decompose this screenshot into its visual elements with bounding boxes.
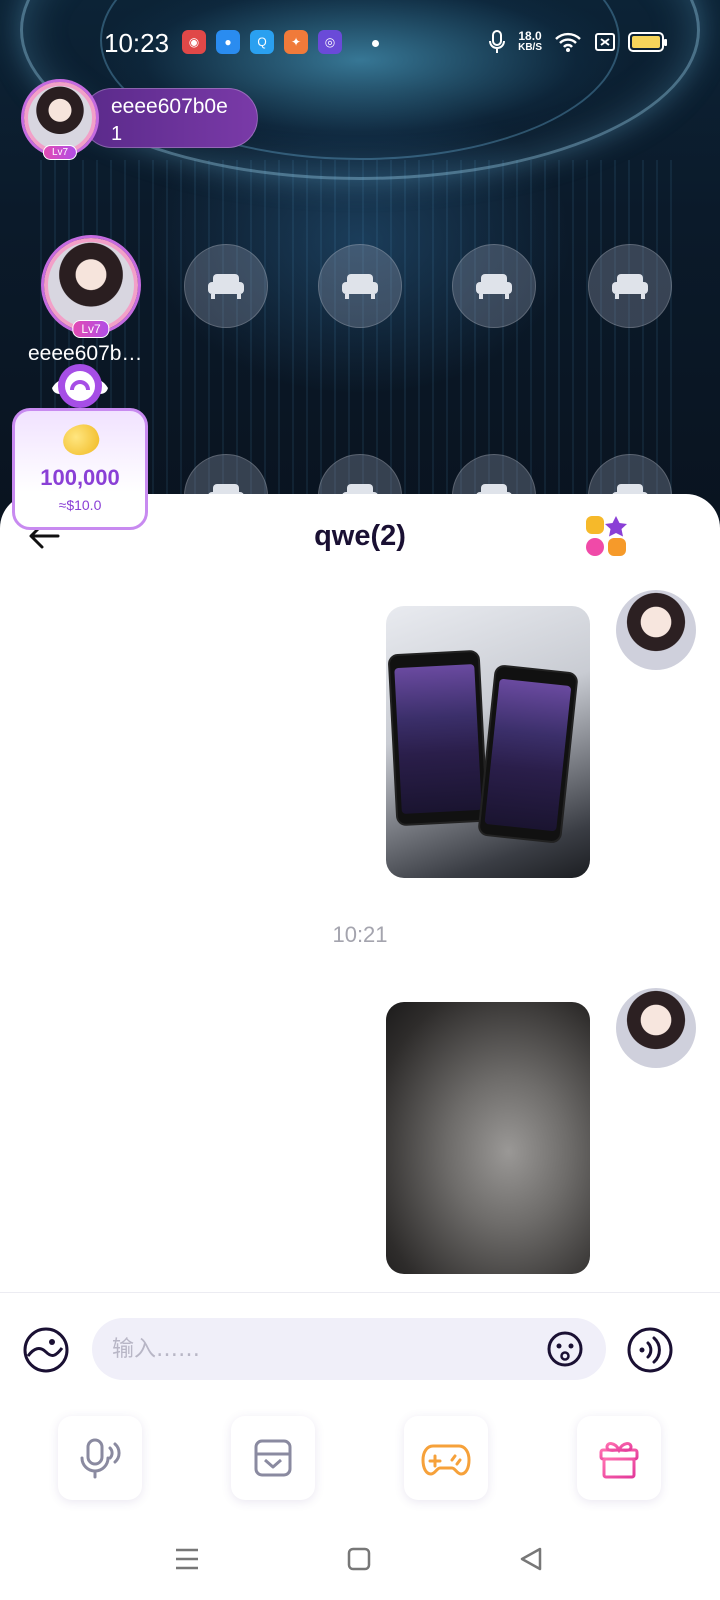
no-sim-icon — [595, 33, 615, 51]
mascot-wings-icon — [52, 364, 108, 408]
sender-avatar[interactable] — [616, 988, 696, 1068]
sofa-icon — [342, 274, 378, 299]
microphone-status-icon — [489, 30, 506, 53]
microphone-icon — [80, 1438, 121, 1479]
game-app-icon: ✦ — [284, 30, 308, 54]
coin-value: 100,000 — [40, 465, 120, 490]
media-app-icon: ● — [216, 30, 240, 54]
empty-seat[interactable] — [184, 244, 268, 328]
image-message[interactable] — [386, 606, 590, 878]
message-timestamp: 10:21 — [332, 922, 388, 947]
status-time: 10:23 — [104, 28, 170, 58]
browser-app-icon: Q — [250, 30, 274, 54]
home-icon[interactable] — [346, 1546, 372, 1572]
coin-balance-card[interactable]: 100,000 ≈$10.0 — [12, 408, 148, 530]
voice-message-button[interactable] — [58, 1416, 142, 1500]
empty-seat[interactable] — [452, 244, 536, 328]
baidu-app-icon: ◉ — [182, 30, 206, 54]
status-bar: 10:23 ◉ ● Q ✦ ◎ 18.0 KB/S — [0, 26, 720, 62]
bean-coin-icon — [58, 419, 104, 461]
host-name: eeee607b0e — [111, 95, 228, 118]
host-info-pill[interactable]: eeee607b0e 1 — [82, 88, 258, 148]
coin-usd-value: ≈$10.0 — [58, 497, 102, 513]
gift-button[interactable] — [577, 1416, 661, 1500]
seat-user-level-badge: Lv7 — [72, 320, 110, 338]
system-navigation-bar — [0, 1520, 720, 1600]
message-input[interactable] — [112, 1318, 532, 1380]
gallery-icon[interactable] — [22, 1326, 70, 1374]
network-speed: 18.0 KB/S — [518, 29, 542, 53]
seat-user-avatar[interactable]: Lv7 — [44, 238, 138, 338]
voice-wave-icon[interactable] — [626, 1326, 674, 1374]
more-notifications-dot — [372, 40, 379, 47]
picture-icon — [254, 1439, 292, 1477]
wifi-icon — [555, 32, 581, 52]
sofa-icon — [208, 274, 244, 299]
back-triangle-icon[interactable] — [518, 1546, 544, 1572]
game-button[interactable] — [404, 1416, 488, 1500]
sofa-icon — [476, 274, 512, 299]
gift-icon — [599, 1442, 639, 1479]
menu-icon[interactable] — [174, 1546, 200, 1572]
photo-button[interactable] — [231, 1416, 315, 1500]
input-divider — [0, 1292, 720, 1293]
emoji-icon[interactable] — [546, 1330, 584, 1368]
online-count: 1 — [111, 123, 123, 145]
sofa-icon — [612, 274, 648, 299]
notification-app-icons: ◉ ● Q ✦ ◎ — [182, 30, 342, 54]
battery-icon — [628, 32, 667, 52]
sender-avatar[interactable] — [616, 590, 696, 670]
empty-seat[interactable] — [588, 244, 672, 328]
vpn-app-icon: ◎ — [318, 30, 342, 54]
empty-seat[interactable] — [318, 244, 402, 328]
image-message[interactable] — [386, 1002, 590, 1274]
gamepad-icon — [421, 1444, 471, 1476]
apps-grid-icon[interactable] — [584, 514, 628, 558]
message-input-box[interactable] — [92, 1318, 606, 1380]
host-avatar[interactable]: Lv7 — [24, 82, 96, 160]
host-level-badge: Lv7 — [42, 145, 78, 160]
